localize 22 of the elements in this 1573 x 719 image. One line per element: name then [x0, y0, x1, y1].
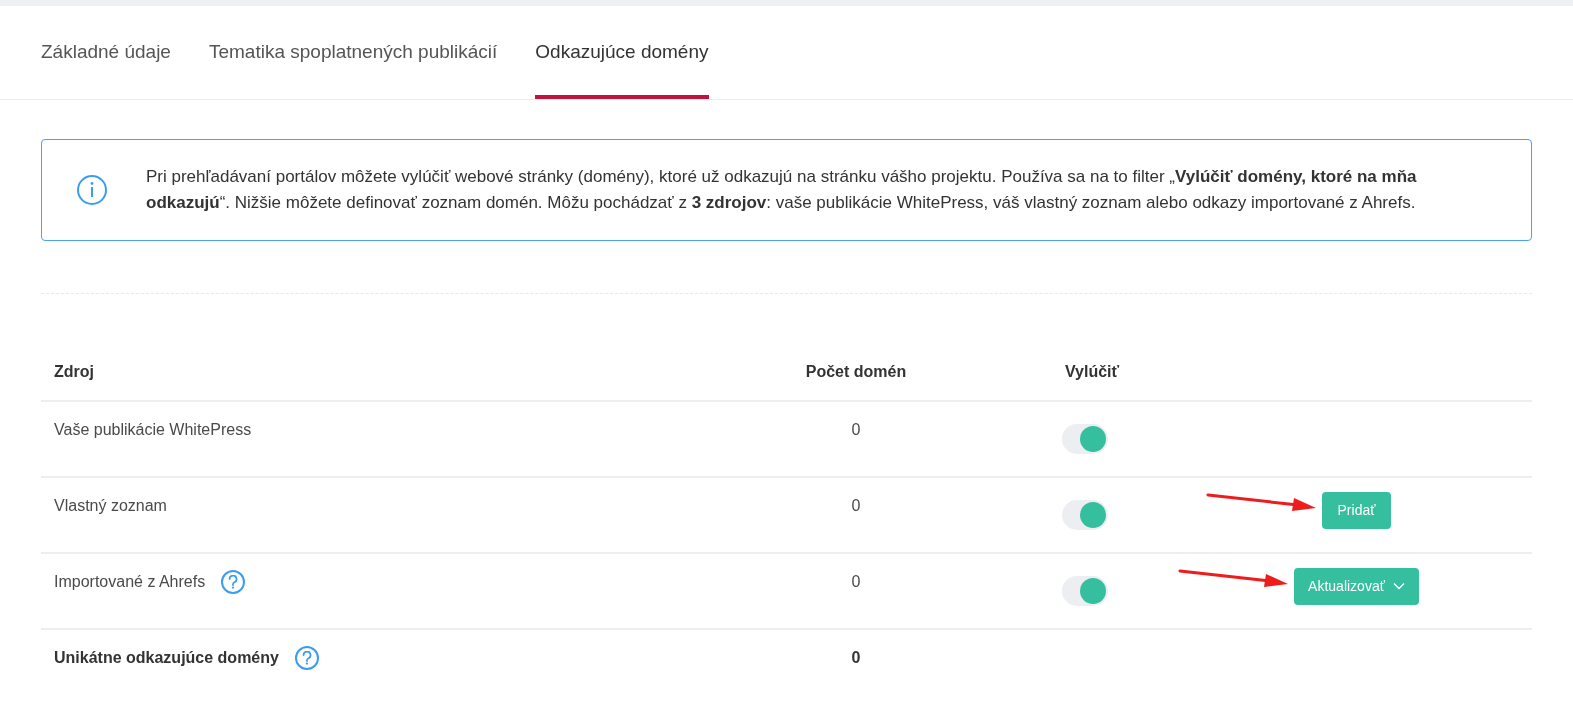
column-header: Zdroj [53, 361, 94, 382]
domain-count: 0 [851, 495, 861, 516]
source-label: Importované z Ahrefs [54, 571, 206, 592]
toggle-switch[interactable] [1062, 499, 1108, 530]
total-label: Unikátne odkazujúce domény [54, 647, 279, 668]
help-icon[interactable] [221, 569, 246, 594]
column-header: Počet domén [805, 361, 907, 382]
toggle-switch[interactable] [1062, 575, 1108, 606]
total-count: 0 [851, 647, 861, 668]
column-header: Vylúčiť [1064, 361, 1120, 382]
tab[interactable]: Tematika spoplatnených publikácií [208, 6, 498, 99]
tab[interactable]: Základné údaje [41, 6, 171, 99]
domain-count: 0 [851, 571, 861, 592]
help-icon[interactable] [294, 645, 319, 670]
info-text: Pri prehľadávaní portálov môžete vylúčiť webové stránky (domény), ktoré už odkazujú na stránku vášho projektu. Používa sa na to filter „Vylúčiť domény, ktoré na mňa odkazujú“. Nižšie môžete definovať zoznam domén. Môžu pochádzať z 3 zdrojov: vaše publikácie WhitePress, váš vlastný zoznam alebo odkazy importované z Ahrefs. [146, 165, 1418, 214]
source-label: Vaše publikácie WhitePress [54, 419, 252, 440]
tab[interactable]: Odkazujúce domény [535, 6, 709, 99]
domain-count: 0 [851, 419, 861, 440]
chevron-down-icon [1392, 582, 1405, 590]
info-icon [76, 173, 108, 206]
source-label: Vlastný zoznam [54, 495, 167, 516]
toggle-switch[interactable] [1062, 423, 1108, 454]
